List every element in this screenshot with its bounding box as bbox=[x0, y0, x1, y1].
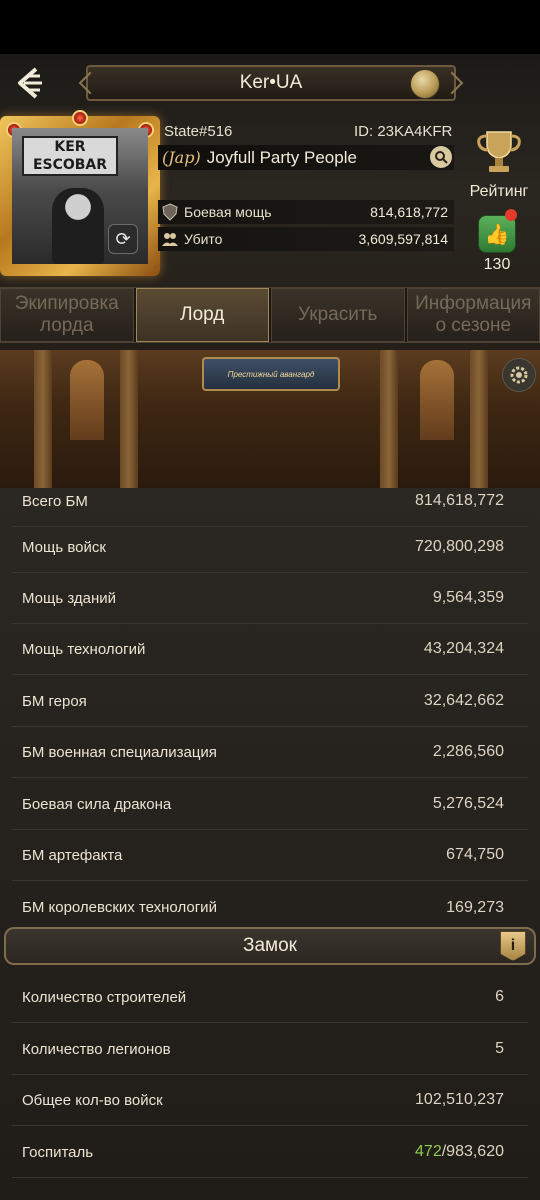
avatar-sign-text: KER ESCOBAR bbox=[22, 136, 118, 176]
tab-lord[interactable]: Лорд bbox=[135, 288, 269, 342]
state-label: State#516 bbox=[164, 123, 233, 140]
stat-label: Боевая сила дракона bbox=[22, 795, 172, 813]
castle-section-header: Замок bbox=[4, 927, 536, 965]
notification-dot bbox=[505, 209, 517, 221]
castle-section-title: Замок bbox=[243, 935, 297, 956]
stat-value: 5,276,524 bbox=[432, 795, 504, 812]
hospital-label: Госпиталь bbox=[22, 1143, 94, 1161]
trophy-icon bbox=[477, 131, 521, 172]
hospital-value: 472/983,620 bbox=[415, 1143, 504, 1161]
banner-pillar bbox=[34, 350, 52, 488]
castle-value: 102,510,237 bbox=[415, 1091, 504, 1108]
castle-value: 6 bbox=[495, 988, 504, 1005]
power-value: 814,618,772 bbox=[370, 204, 448, 220]
banner-title: Престижный авангард bbox=[202, 357, 340, 391]
banner-window bbox=[70, 360, 104, 440]
stat-row-hero-power: БМ героя 32,642,662 bbox=[12, 676, 528, 727]
tab-lord-equipment[interactable]: Экипировка лорда bbox=[0, 288, 134, 342]
tab-season-info[interactable]: Информация о сезоне bbox=[406, 288, 540, 342]
frame-gem-icon bbox=[72, 110, 88, 126]
stat-row-specialization-power: БМ военная специализация 2,286,560 bbox=[12, 727, 528, 778]
search-icon[interactable] bbox=[430, 146, 452, 168]
castle-label: Общее кол-во войск bbox=[22, 1091, 163, 1109]
stat-label: Мощь технологий bbox=[22, 640, 146, 658]
castle-value: 5 bbox=[495, 1040, 504, 1057]
stat-label: БМ героя bbox=[22, 692, 87, 710]
emblem-icon[interactable] bbox=[410, 69, 440, 99]
castle-row-hospital: Госпиталь 472/983,620 bbox=[12, 1127, 528, 1178]
back-button[interactable] bbox=[14, 66, 48, 100]
gear-icon bbox=[510, 366, 528, 384]
stat-label: БМ королевских технологий bbox=[22, 899, 217, 916]
alliance-row[interactable]: (Jap) Joyfull Party People bbox=[158, 145, 454, 170]
stat-value: 674,750 bbox=[446, 846, 504, 863]
stat-label: Мощь зданий bbox=[22, 589, 117, 607]
stat-row-royal-tech-power: БМ королевских технологий 169,273 bbox=[12, 882, 528, 933]
shield-icon bbox=[160, 202, 180, 222]
back-arrow-icon bbox=[18, 67, 42, 99]
tab-decorate[interactable]: Украсить bbox=[271, 288, 405, 342]
stat-value: 720,800,298 bbox=[415, 538, 504, 555]
power-row: Боевая мощь 814,618,772 bbox=[158, 200, 454, 224]
status-bar bbox=[0, 0, 540, 54]
banner-pillar bbox=[470, 350, 488, 488]
stat-row-artifact-power: БМ артефакта 674,750 bbox=[12, 830, 528, 881]
settings-button[interactable] bbox=[502, 358, 536, 392]
stat-value: 32,642,662 bbox=[423, 692, 504, 709]
lord-name: Ker•UA bbox=[239, 72, 303, 93]
player-id: ID: 23KA4KFR bbox=[354, 123, 453, 140]
avatar-person bbox=[52, 188, 104, 264]
like-count: 130 bbox=[483, 256, 511, 273]
stat-label: Всего БМ bbox=[22, 492, 88, 510]
refresh-icon: ⟳ bbox=[115, 228, 131, 249]
kills-value: 3,609,597,814 bbox=[358, 231, 448, 247]
thumbs-up-icon: 👍 bbox=[484, 223, 510, 246]
stat-row-troop-power: Мощь войск 720,800,298 bbox=[12, 522, 528, 573]
refresh-avatar-button[interactable]: ⟳ bbox=[108, 224, 138, 254]
castle-label: Количество легионов bbox=[22, 1040, 171, 1058]
ranking-button[interactable]: Рейтинг bbox=[466, 128, 532, 200]
stat-row-tech-power: Мощь технологий 43,204,324 bbox=[12, 624, 528, 675]
stat-row-total-power: Всего БМ 814,618,772 bbox=[12, 476, 528, 527]
alliance-tag: (Jap) bbox=[162, 148, 201, 167]
stat-value: 2,286,560 bbox=[432, 743, 504, 760]
alliance-name: Joyfull Party People bbox=[206, 147, 357, 167]
stat-value: 814,618,772 bbox=[415, 492, 504, 509]
castle-row-legions: Количество легионов 5 bbox=[12, 1024, 528, 1075]
castle-label: Количество строителей bbox=[22, 988, 187, 1006]
tab-bar: Экипировка лорда Лорд Украсить Информаци… bbox=[0, 287, 540, 343]
kills-label: Убито bbox=[184, 231, 223, 247]
people-icon bbox=[160, 229, 180, 249]
banner-window bbox=[420, 360, 454, 440]
stat-label: БМ артефакта bbox=[22, 846, 123, 864]
ranking-label: Рейтинг bbox=[469, 183, 529, 200]
banner-pillar bbox=[380, 350, 398, 488]
hospital-total: /983,620 bbox=[441, 1143, 504, 1160]
stat-row-dragon-power: Боевая сила дракона 5,276,524 bbox=[12, 779, 528, 830]
kills-row: Убито 3,609,597,814 bbox=[158, 227, 454, 251]
hospital-current: 472 bbox=[415, 1143, 442, 1160]
stat-value: 43,204,324 bbox=[423, 640, 504, 657]
banner-pillar bbox=[120, 350, 138, 488]
stat-row-building-power: Мощь зданий 9,564,359 bbox=[12, 573, 528, 624]
lord-name-plate: Ker•UA bbox=[78, 65, 464, 101]
stat-value: 9,564,359 bbox=[432, 589, 504, 606]
castle-row-builders: Количество строителей 6 bbox=[12, 972, 528, 1023]
stat-label: БМ военная специализация bbox=[22, 743, 217, 761]
power-label: Боевая мощь bbox=[184, 204, 272, 220]
castle-row-total-troops: Общее кол-во войск 102,510,237 bbox=[12, 1075, 528, 1126]
stat-label: Мощь войск bbox=[22, 538, 106, 556]
stat-value: 169,273 bbox=[446, 898, 504, 916]
